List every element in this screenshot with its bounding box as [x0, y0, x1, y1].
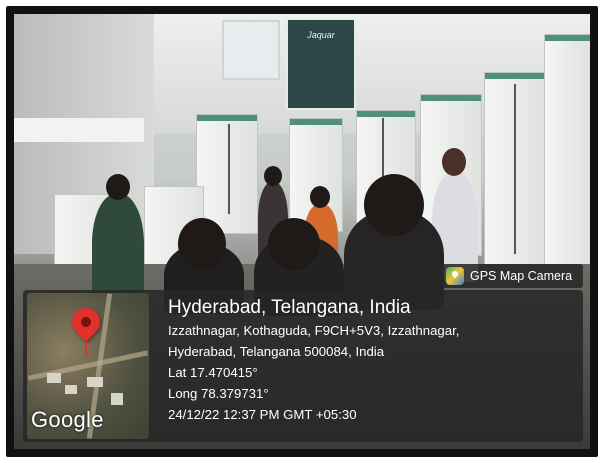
- map-thumbnail: Google: [27, 293, 149, 439]
- gps-map-camera-badge: GPS Map Camera: [440, 264, 583, 288]
- person: [92, 194, 144, 304]
- map-building: [65, 385, 77, 394]
- booth: [544, 34, 590, 286]
- location-info: Hyderabad, Telangana, India Izzathnagar,…: [168, 296, 580, 425]
- window-band: [14, 118, 144, 142]
- map-building: [111, 393, 123, 405]
- booth: [196, 114, 258, 234]
- google-logo: Google: [31, 407, 104, 432]
- latitude: Lat 17.470415°: [168, 365, 258, 380]
- person-head: [178, 218, 226, 270]
- person-head: [310, 186, 330, 208]
- person-head: [442, 148, 466, 176]
- location-title: Hyderabad, Telangana, India: [168, 297, 411, 318]
- person-head: [364, 174, 424, 236]
- badge-label: GPS Map Camera: [470, 269, 573, 283]
- person-head: [268, 218, 320, 270]
- address-line-2: Hyderabad, Telangana 500084, India: [168, 344, 385, 359]
- shower-pipe: [514, 84, 516, 254]
- poster-left: [222, 20, 280, 80]
- poster-jaquar: Jaquar: [286, 18, 356, 110]
- map-building: [87, 377, 103, 387]
- person-head: [264, 166, 282, 186]
- poster-brand: Jaquar: [307, 30, 335, 40]
- person-head: [106, 174, 130, 200]
- shower-pipe: [228, 124, 230, 214]
- timestamp: 24/12/22 12:37 PM GMT +05:30: [168, 407, 357, 422]
- map-pin-app-icon: [446, 267, 464, 285]
- address-line-1: Izzathnagar, Kothaguda, F9CH+5V3, Izzath…: [168, 323, 460, 338]
- map-building: [47, 373, 61, 383]
- location-pin-icon: [66, 302, 106, 342]
- longitude: Long 78.379731°: [168, 386, 269, 401]
